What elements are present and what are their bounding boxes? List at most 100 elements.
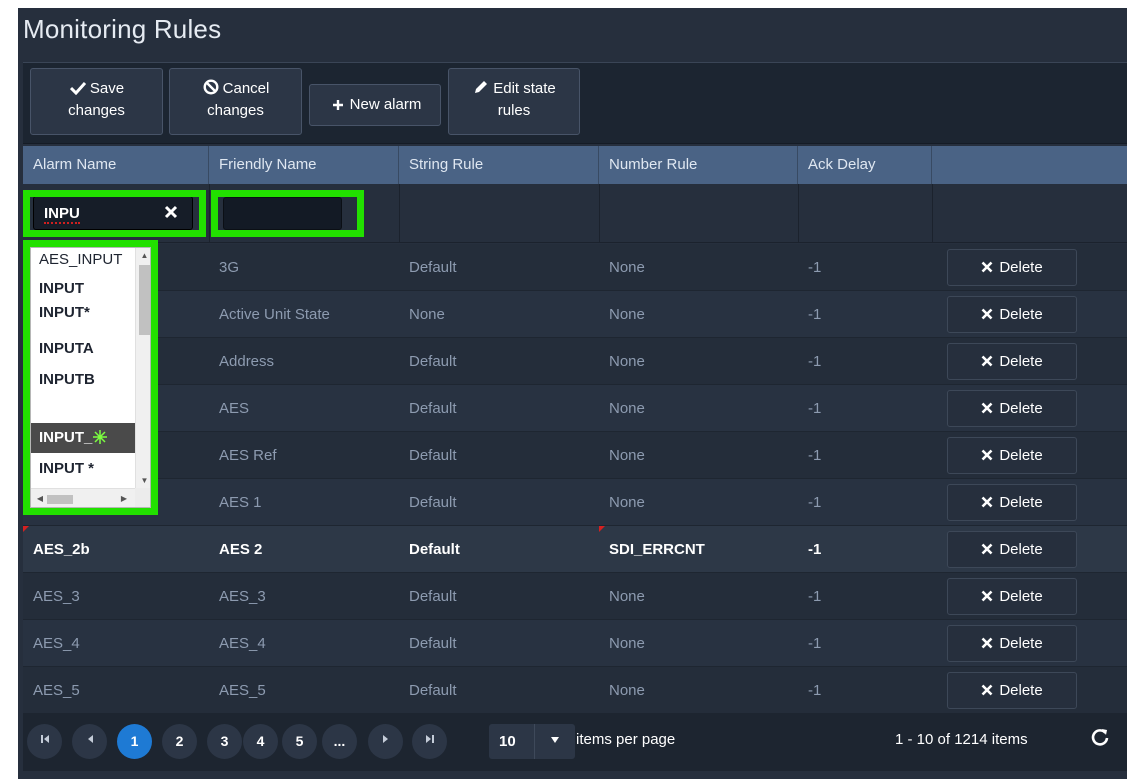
next-page-button[interactable]	[368, 724, 403, 759]
string-rule-cell: Default	[409, 588, 457, 605]
column-header-number-rule[interactable]: Number Rule	[599, 146, 798, 184]
scroll-right-icon[interactable]: ▶	[117, 489, 131, 507]
ack-delay-cell: -1	[808, 635, 822, 652]
number-rule-cell: None	[609, 400, 645, 417]
friendly-name-cell: AES_4	[219, 635, 266, 652]
table-row[interactable]: AES Ref Default None -1 Delete	[23, 432, 1127, 479]
number-rule-cell: None	[609, 306, 645, 323]
scrollbar-thumb[interactable]	[47, 495, 73, 504]
friendly-name-cell: 3G	[219, 259, 240, 276]
delete-button[interactable]: Delete	[947, 296, 1077, 333]
alarm-name-cell: AES_2b	[33, 541, 90, 558]
page-title: Monitoring Rules	[23, 14, 222, 44]
friendly-name-cell: AES Ref	[219, 447, 277, 464]
delete-button[interactable]: Delete	[947, 390, 1077, 427]
page-button-1[interactable]: 1	[117, 724, 152, 759]
close-icon	[981, 674, 993, 709]
page-button-4[interactable]: 4	[243, 724, 278, 759]
autocomplete-option[interactable]: INPUTB	[31, 363, 135, 396]
scrollbar-thumb[interactable]	[139, 265, 150, 335]
column-divider	[399, 184, 400, 243]
alarm-name-cell: AES_3	[33, 588, 80, 605]
pager: 1 2 3 4 5 ... 10 items per page 1 - 10 o…	[23, 713, 1127, 771]
vertical-scrollbar[interactable]: ▲ ▼	[135, 248, 150, 488]
delete-button[interactable]: Delete	[947, 672, 1077, 709]
ack-delay-cell: -1	[808, 682, 822, 699]
string-rule-cell: Default	[409, 541, 460, 558]
page-size-select[interactable]: 10	[489, 724, 575, 759]
ack-delay-cell: -1	[808, 447, 822, 464]
first-page-button[interactable]	[27, 724, 62, 759]
autocomplete-option[interactable]: AES_INPUT	[31, 248, 135, 275]
column-divider	[932, 184, 933, 243]
previous-page-button[interactable]	[72, 724, 107, 759]
table-row[interactable]: AES_5 AES_5 Default None -1 Delete	[23, 667, 1127, 714]
delete-button[interactable]: Delete	[947, 578, 1077, 615]
table-row[interactable]: AES 1 Default None -1 Delete	[23, 479, 1127, 526]
table-row[interactable]: AES Default None -1 Delete	[23, 385, 1127, 432]
ack-delay-cell: -1	[808, 588, 822, 605]
filter-row: INPU	[23, 184, 1127, 243]
delete-button[interactable]: Delete	[947, 437, 1077, 474]
scroll-up-icon[interactable]: ▲	[136, 248, 150, 263]
delete-button[interactable]: Delete	[947, 249, 1077, 286]
autocomplete-option[interactable]: INPUT*	[31, 296, 135, 329]
delete-button[interactable]: Delete	[947, 343, 1077, 380]
delete-button[interactable]: Delete	[947, 625, 1077, 662]
autocomplete-option[interactable]: INPUT *	[31, 453, 135, 485]
chevron-down-icon[interactable]	[534, 724, 575, 759]
pencil-icon	[472, 78, 490, 100]
table-row-selected[interactable]: AES_2b AES 2 Default SDI_ERRCNT -1 Delet…	[23, 526, 1127, 573]
column-header-ack-delay[interactable]: Ack Delay	[798, 146, 932, 184]
table-row[interactable]: Address Default None -1 Delete	[23, 338, 1127, 385]
friendly-name-cell: Address	[219, 353, 275, 370]
string-rule-cell: Default	[409, 353, 457, 370]
number-rule-cell: None	[609, 447, 645, 464]
refresh-icon[interactable]	[1085, 727, 1115, 757]
friendly-name-cell: AES_5	[219, 682, 266, 699]
cancel-changes-button[interactable]: Cancel changes	[169, 68, 302, 135]
number-rule-cell: None	[609, 588, 645, 605]
table-row[interactable]: Active Unit State None None -1 Delete	[23, 291, 1127, 338]
column-header-alarm-name[interactable]: Alarm Name	[23, 146, 209, 184]
grid-header: Alarm Name Friendly Name String Rule Num…	[23, 146, 1127, 184]
autocomplete-option[interactable]: INPUTA	[31, 332, 135, 365]
scroll-down-icon[interactable]: ▼	[136, 473, 150, 488]
column-header-string-rule[interactable]: String Rule	[399, 146, 599, 184]
string-rule-cell: Default	[409, 259, 457, 276]
column-divider	[209, 184, 210, 243]
horizontal-scrollbar[interactable]: ◀ ▶	[31, 488, 135, 507]
page-button-2[interactable]: 2	[162, 724, 197, 759]
close-icon	[981, 627, 993, 662]
table-row[interactable]: AES_4 AES_4 Default None -1 Delete	[23, 620, 1127, 667]
page-button-5[interactable]: 5	[282, 724, 317, 759]
alarm-name-filter-input[interactable]: INPU	[33, 196, 193, 230]
ban-icon	[202, 78, 220, 100]
column-divider	[599, 184, 600, 243]
ack-delay-cell: -1	[808, 353, 822, 370]
cursor-sparkle-icon	[93, 425, 108, 453]
clear-filter-icon[interactable]	[164, 205, 178, 224]
autocomplete-option-hover[interactable]: INPUT_	[31, 423, 135, 453]
edit-state-rules-button[interactable]: Edit state rules	[448, 68, 580, 135]
page-button-3[interactable]: 3	[207, 724, 242, 759]
table-row[interactable]: 3G Default None -1 Delete	[23, 244, 1127, 291]
checkmark-icon	[69, 78, 87, 100]
table-row[interactable]: AES_3 AES_3 Default None -1 Delete	[23, 573, 1127, 620]
string-rule-cell: Default	[409, 635, 457, 652]
friendly-name-filter-input[interactable]	[223, 197, 342, 230]
column-header-actions	[932, 146, 1127, 184]
last-page-button[interactable]	[412, 724, 447, 759]
delete-button[interactable]: Delete	[947, 484, 1077, 521]
close-icon	[981, 251, 993, 286]
string-rule-cell: Default	[409, 682, 457, 699]
string-rule-cell: Default	[409, 400, 457, 417]
page-button-more[interactable]: ...	[322, 724, 357, 759]
delete-button[interactable]: Delete	[947, 531, 1077, 568]
ack-delay-cell: -1	[808, 541, 822, 558]
autocomplete-list[interactable]: AES_INPUT INPUT INPUT* INPUTA INPUTB INP…	[30, 247, 151, 508]
save-changes-button[interactable]: Save changes	[30, 68, 163, 135]
column-header-friendly-name[interactable]: Friendly Name	[209, 146, 399, 184]
scroll-left-icon[interactable]: ◀	[33, 489, 47, 507]
new-alarm-button[interactable]: New alarm	[309, 84, 441, 126]
